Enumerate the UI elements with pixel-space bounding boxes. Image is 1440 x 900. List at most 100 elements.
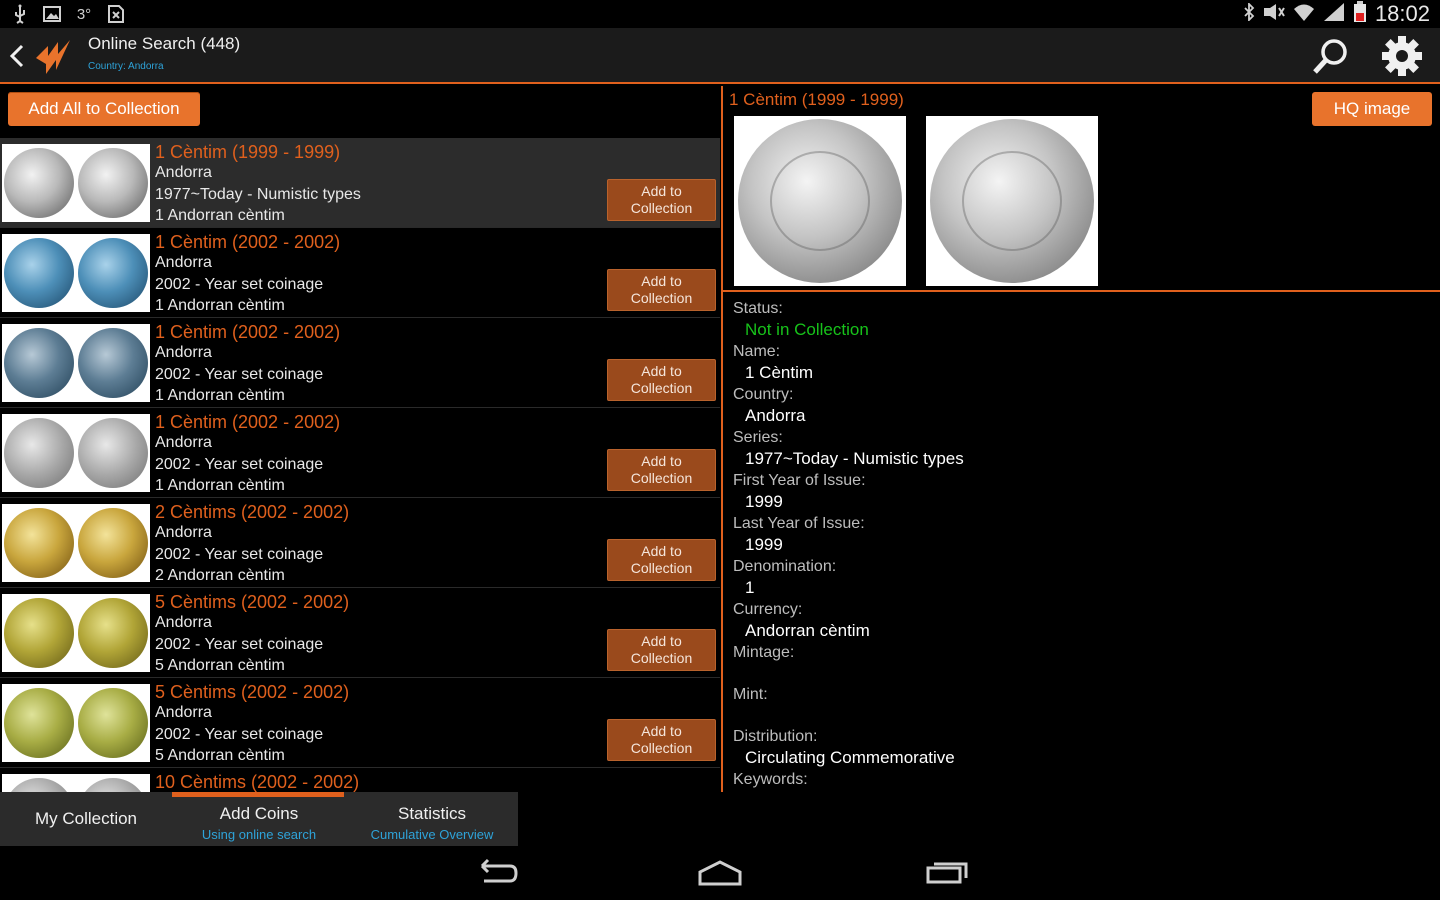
bottom-tab-bar: My Collection Add Coins Using online sea…	[0, 792, 518, 846]
coin-title: 10 Cèntims (2002 - 2002)	[155, 772, 360, 792]
coin-obverse-thumb	[4, 688, 74, 758]
tab-label: Statistics	[397, 804, 467, 823]
coin-title: 1 Cèntim (1999 - 1999)	[155, 142, 341, 162]
coin-country: Andorra	[155, 254, 212, 271]
button-label-line2: Collection	[630, 740, 693, 756]
add-to-collection-button[interactable]: Add to Collection	[607, 629, 716, 671]
coin-title: 1 Cèntim (2002 - 2002)	[155, 322, 341, 342]
add-to-collection-button[interactable]: Add to Collection	[607, 359, 716, 401]
nav-recent-apps-icon[interactable]	[922, 856, 972, 890]
coin-detail-pane: 1 Cèntim (1999 - 1999) HQ image Status: N…	[723, 86, 1440, 792]
button-label-line2: Collection	[630, 470, 693, 486]
detail-title: 1 Cèntim (1999 - 1999)	[729, 90, 904, 109]
action-bar: Online Search (448) Country: Andorra	[0, 28, 1440, 84]
detail-field-label: Country:	[733, 386, 794, 403]
coin-list-item[interactable]: 5 Cèntims (2002 - 2002) Andorra 2002 - Yea…	[0, 588, 720, 678]
detail-field-label: Last Year of Issue:	[733, 515, 865, 532]
button-label-line1: Add to	[641, 633, 682, 649]
tab-my-collection[interactable]: My Collection	[0, 792, 172, 846]
app-logo-icon[interactable]	[32, 36, 74, 78]
button-label-line2: Collection	[630, 200, 693, 216]
tab-statistics[interactable]: Statistics Cumulative Overview	[346, 792, 518, 846]
coin-reverse-thumb	[78, 598, 148, 668]
system-nav-bar	[0, 846, 1440, 900]
add-to-collection-label: Add to Collection	[631, 273, 692, 307]
coin-obverse-thumb	[4, 778, 74, 792]
button-label-line1: Add to	[641, 273, 682, 289]
add-to-collection-button[interactable]: Add to Collection	[607, 449, 716, 491]
detail-field-label: Name:	[733, 343, 781, 360]
coin-thumbnail	[2, 774, 150, 792]
coin-denomination: 1 Andorran cèntim	[155, 387, 285, 404]
add-to-collection-button[interactable]: Add to Collection	[607, 179, 716, 221]
usb-icon	[10, 4, 30, 24]
coin-list-item[interactable]: 5 Cèntims (2002 - 2002) Andorra 2002 - Yea…	[0, 678, 720, 768]
coin-list-item[interactable]: 10 Cèntims (2002 - 2002)	[0, 768, 720, 792]
wifi-icon	[1293, 2, 1315, 26]
add-to-collection-label: Add to Collection	[631, 183, 692, 217]
coin-country: Andorra	[155, 704, 212, 721]
coin-list-item[interactable]: 1 Cèntim (2002 - 2002) Andorra 2002 - Year…	[0, 228, 720, 318]
nav-back-icon[interactable]	[470, 856, 520, 890]
coin-obverse-thumb	[4, 598, 74, 668]
coin-obverse-image[interactable]	[734, 116, 906, 286]
button-label-line2: Collection	[630, 560, 693, 576]
detail-field-label: Denomination:	[733, 558, 837, 575]
coin-series: 2002 - Year set coinage	[155, 366, 324, 383]
tab-label: My Collection	[34, 809, 138, 828]
coin-series: 2002 - Year set coinage	[155, 456, 324, 473]
coin-obverse-thumb	[4, 508, 74, 578]
detail-field-label: Series:	[733, 429, 783, 446]
hq-image-button[interactable]: HQ image	[1312, 92, 1432, 126]
system-icons: 18:02	[1243, 0, 1430, 28]
coin-series: 2002 - Year set coinage	[155, 726, 324, 743]
coin-reverse-thumb	[78, 328, 148, 398]
coin-country: Andorra	[155, 344, 212, 361]
coin-denomination: 1 Andorran cèntim	[155, 207, 285, 224]
nav-home-icon[interactable]	[695, 856, 745, 890]
detail-field-value: Circulating Commemorative	[745, 748, 955, 767]
add-to-collection-button[interactable]: Add to Collection	[607, 719, 716, 761]
detail-field-value	[733, 705, 1433, 726]
coin-country: Andorra	[155, 164, 212, 181]
add-to-collection-button[interactable]: Add to Collection	[607, 539, 716, 581]
button-label-line1: Add to	[641, 183, 682, 199]
back-chevron-icon[interactable]	[6, 42, 28, 70]
detail-field-value: 1999	[745, 535, 783, 554]
coin-reverse-thumb	[78, 418, 148, 488]
coin-reverse-image[interactable]	[926, 116, 1098, 286]
coin-series: 2002 - Year set coinage	[155, 546, 324, 563]
add-to-collection-button[interactable]: Add to Collection	[607, 269, 716, 311]
coin-reverse-thumb	[78, 238, 148, 308]
detail-divider	[723, 290, 1440, 292]
button-label-line2: Collection	[630, 380, 693, 396]
coin-denomination: 1 Andorran cèntim	[155, 297, 285, 314]
coin-list-item[interactable]: 2 Cèntims (2002 - 2002) Andorra 2002 - Yea…	[0, 498, 720, 588]
detail-field-value: 1 Cèntim	[745, 363, 814, 382]
detail-field-label: Keywords:	[733, 771, 808, 788]
detail-field-label: Distribution:	[733, 728, 818, 745]
tab-add-coins[interactable]: Add Coins Using online search	[172, 792, 346, 846]
coin-obverse-thumb	[4, 418, 74, 488]
coin-denomination: 1 Andorran cèntim	[155, 477, 285, 494]
detail-field-value: Andorran cèntim	[745, 621, 870, 640]
detail-field-value: Andorra	[745, 406, 806, 425]
page-subtitle: Country: Andorra	[88, 61, 164, 72]
coin-list-item[interactable]: 1 Cèntim (1999 - 1999) Andorra 1977~Today …	[0, 138, 720, 228]
active-tab-indicator	[172, 792, 344, 797]
add-all-to-collection-button[interactable]: Add All to Collection	[8, 92, 200, 126]
coin-title: 5 Cèntims (2002 - 2002)	[155, 592, 350, 612]
bluetooth-icon	[1243, 1, 1255, 25]
gear-icon[interactable]	[1380, 34, 1424, 78]
battery-low-icon	[1353, 1, 1367, 27]
detail-field-value: 1	[745, 578, 755, 597]
search-icon[interactable]	[1310, 34, 1354, 78]
detail-field-label: First Year of Issue:	[733, 472, 866, 489]
coin-title: 2 Cèntims (2002 - 2002)	[155, 502, 350, 522]
clock: 18:02	[1374, 1, 1430, 26]
add-to-collection-label: Add to Collection	[631, 543, 692, 577]
coin-country: Andorra	[155, 524, 212, 541]
add-to-collection-label: Add to Collection	[631, 723, 692, 757]
coin-list-item[interactable]: 1 Cèntim (2002 - 2002) Andorra 2002 - Year…	[0, 318, 720, 408]
coin-list-item[interactable]: 1 Cèntim (2002 - 2002) Andorra 2002 - Year…	[0, 408, 720, 498]
